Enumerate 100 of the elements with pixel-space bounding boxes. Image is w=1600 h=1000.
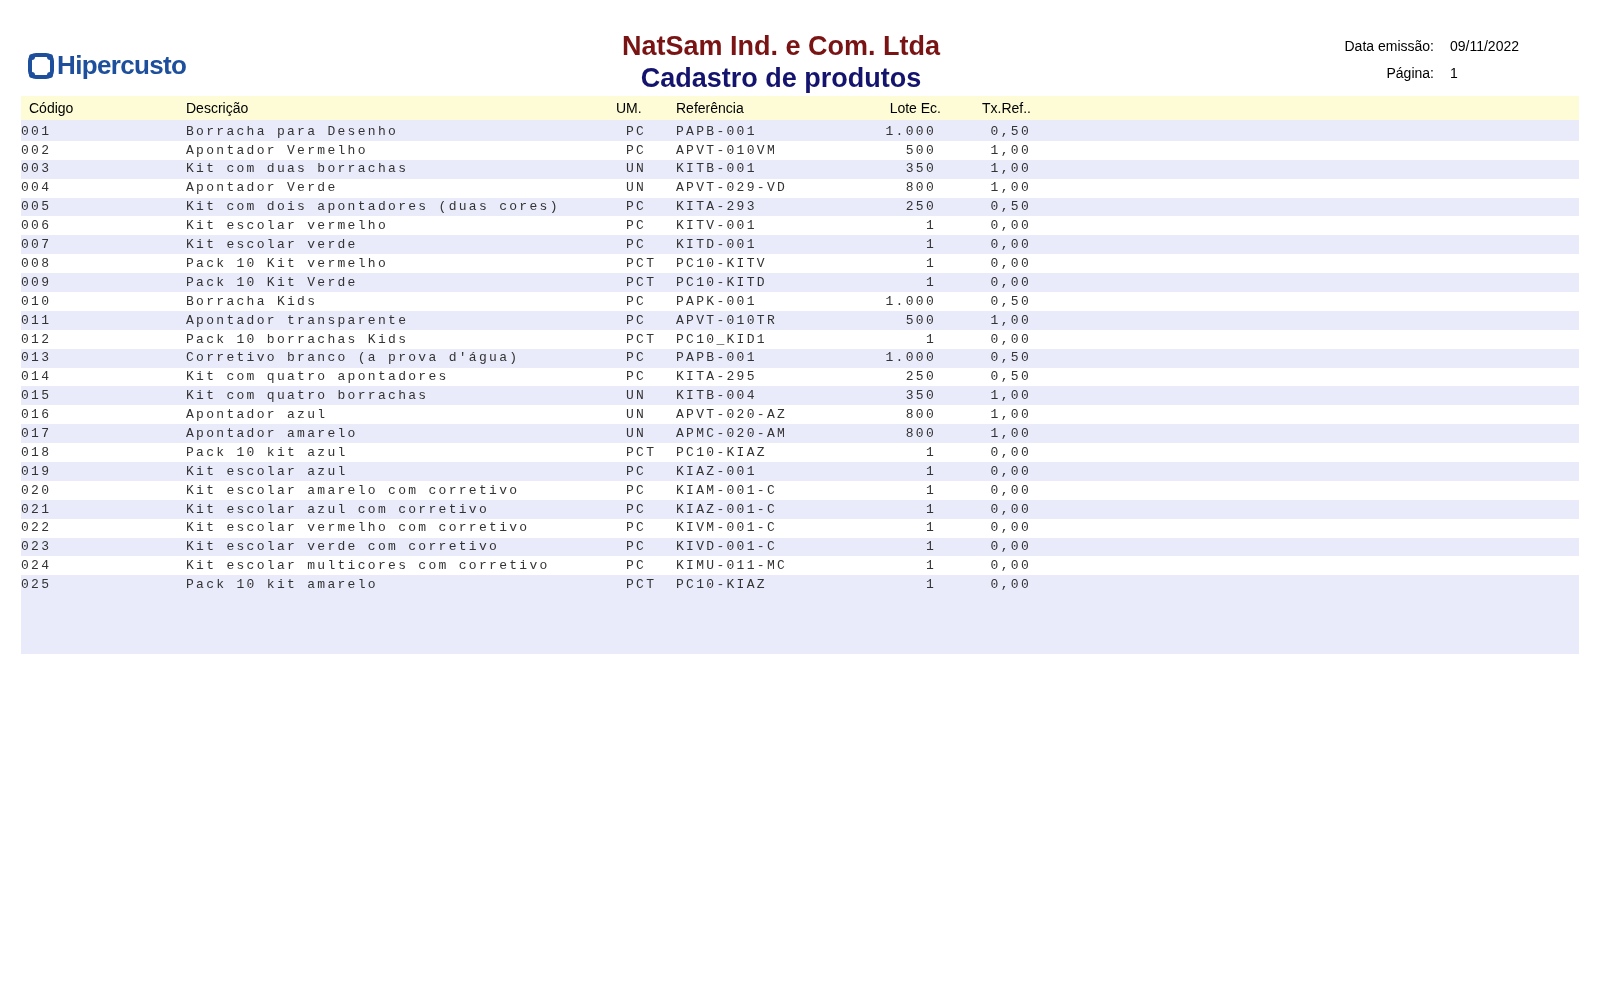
table-cell-text: 0,50	[989, 292, 1031, 311]
table-cell-text: Pack 10 borrachas Kids	[186, 330, 410, 349]
table-cell-text: 1,00	[989, 141, 1031, 160]
table-cell-text: 350	[904, 387, 936, 406]
table-cell-text: Kit com duas borrachas	[186, 160, 410, 179]
table-cell-text: UN	[626, 387, 648, 406]
column-header: Código	[28, 98, 75, 118]
table-cell-text: 019	[21, 462, 53, 481]
table-cell-text: PC	[626, 500, 648, 519]
table-cell-text: KITA-293	[676, 198, 758, 217]
table-cell-text: 017	[21, 424, 53, 443]
table-cell-text: 001	[21, 122, 53, 141]
logo-icon	[27, 51, 55, 80]
table-cell-text: 1	[924, 462, 936, 481]
table-cell-text: PC	[626, 198, 648, 217]
table-cell-text: 0,00	[989, 443, 1031, 462]
table-cell-text: 0,00	[989, 236, 1031, 255]
table-cell-text: 0,00	[989, 519, 1031, 538]
table-cell-text: 0,00	[989, 462, 1031, 481]
table-cell-text: PC	[626, 557, 648, 576]
table-cell-text: PAPB-001	[676, 122, 758, 141]
table-cell-text: Kit com quatro borrachas	[186, 387, 430, 406]
table-cell-text: PC10-KIAZ	[676, 576, 768, 595]
meta-value: 1	[1449, 64, 1459, 83]
table-cell-text: 016	[21, 406, 53, 425]
table-cell-text: 1	[924, 443, 936, 462]
table-cell-text: PC10-KIAZ	[676, 443, 768, 462]
table-cell-text: PC	[626, 217, 648, 236]
table-cell-text: 010	[21, 292, 53, 311]
table-cell-text: KIAZ-001-C	[676, 500, 778, 519]
table-cell-text: 1	[924, 557, 936, 576]
table-cell-text: 0,00	[989, 538, 1031, 557]
table-cell-text: 1	[924, 217, 936, 236]
logo-text: Hipercusto	[57, 49, 187, 82]
table-cell-text: Apontador Verde	[186, 179, 339, 198]
table-cell-text: 800	[904, 424, 936, 443]
table-cell-text: APVT-010VM	[676, 141, 778, 160]
table-cell-text: PC	[626, 368, 648, 387]
table-cell-text: 025	[21, 576, 53, 595]
meta-label: Página:	[1385, 64, 1434, 83]
table-cell-text: 1,00	[989, 406, 1031, 425]
table-cell-text: 011	[21, 311, 53, 330]
table-cell-text: 1.000	[884, 349, 936, 368]
table-cell-text: Kit escolar azul com corretivo	[186, 500, 491, 519]
table-cell-text: 1	[924, 330, 936, 349]
table-cell-text: PC10-KITD	[676, 273, 768, 292]
table-cell-text: 1	[924, 273, 936, 292]
table-cell-text: KITB-004	[676, 387, 758, 406]
table-cell-text: Kit escolar verde com corretivo	[186, 538, 501, 557]
table-cell-text: APVT-020-AZ	[676, 406, 789, 425]
table-cell-text: Kit escolar vermelho com corretivo	[186, 519, 531, 538]
table-cell-text: PC	[626, 122, 648, 141]
table-cell-text: 1.000	[884, 122, 936, 141]
table-cell-text: 800	[904, 179, 936, 198]
table-cell-text: 024	[21, 557, 53, 576]
table-cell-text: 006	[21, 217, 53, 236]
table-cell-text: 1	[924, 538, 936, 557]
table-cell-text: Kit com dois apontadores (duas cores)	[186, 198, 561, 217]
table-cell-text: UN	[626, 160, 648, 179]
table-cell-text: Corretivo branco (a prova d'água)	[186, 349, 521, 368]
table-cell-text: KITB-001	[676, 160, 758, 179]
table-cell-text: Kit escolar azul	[186, 462, 349, 481]
column-header: Descrição	[186, 98, 250, 118]
table-cell-text: 1.000	[884, 292, 936, 311]
table-cell-text: 1,00	[989, 179, 1031, 198]
table-cell-text: 1,00	[989, 424, 1031, 443]
table-cell-text: KITV-001	[676, 217, 758, 236]
table-cell-text: PCT	[626, 576, 658, 595]
column-header: UM.	[616, 98, 643, 118]
table-cell-text: PCT	[626, 254, 658, 273]
table-cell-text: APVT-010TR	[676, 311, 778, 330]
table-cell-text: 003	[21, 160, 53, 179]
table-cell-text: Kit escolar verde	[186, 236, 359, 255]
table-cell-text: Apontador amarelo	[186, 424, 359, 443]
table-cell-text: 0,00	[989, 254, 1031, 273]
table-cell-text: 0,00	[989, 500, 1031, 519]
table-cell-text: UN	[626, 179, 648, 198]
table-cell-text: KIVM-001-C	[676, 519, 778, 538]
table-cell-text: 0,00	[989, 330, 1031, 349]
table-cell-text: PC10-KITV	[676, 254, 768, 273]
table-cell-text: Pack 10 kit azul	[186, 443, 349, 462]
table-cell-text: 014	[21, 368, 53, 387]
table-cell-text: 0,00	[989, 576, 1031, 595]
table-cell-text: 250	[904, 368, 936, 387]
table-cell-text: 800	[904, 406, 936, 425]
table-cell-text: PC	[626, 236, 648, 255]
table-cell-text: 1	[924, 576, 936, 595]
table-cell-text: PC	[626, 519, 648, 538]
table-cell-text: 1,00	[989, 160, 1031, 179]
table-cell-text: 1	[924, 519, 936, 538]
table-cell-text: 0,50	[989, 198, 1031, 217]
table-cell-text: Pack 10 Kit Verde	[186, 273, 359, 292]
table-cell-text: KIVD-001-C	[676, 538, 778, 557]
table-cell-text: 0,00	[989, 217, 1031, 236]
table-cell-text: Kit escolar amarelo com corretivo	[186, 481, 521, 500]
table-cell-text: 008	[21, 254, 53, 273]
table-cell-text: Kit escolar vermelho	[186, 217, 390, 236]
table-cell-text: 022	[21, 519, 53, 538]
table-cell-text: UN	[626, 424, 648, 443]
table-cell-text: 500	[904, 311, 936, 330]
